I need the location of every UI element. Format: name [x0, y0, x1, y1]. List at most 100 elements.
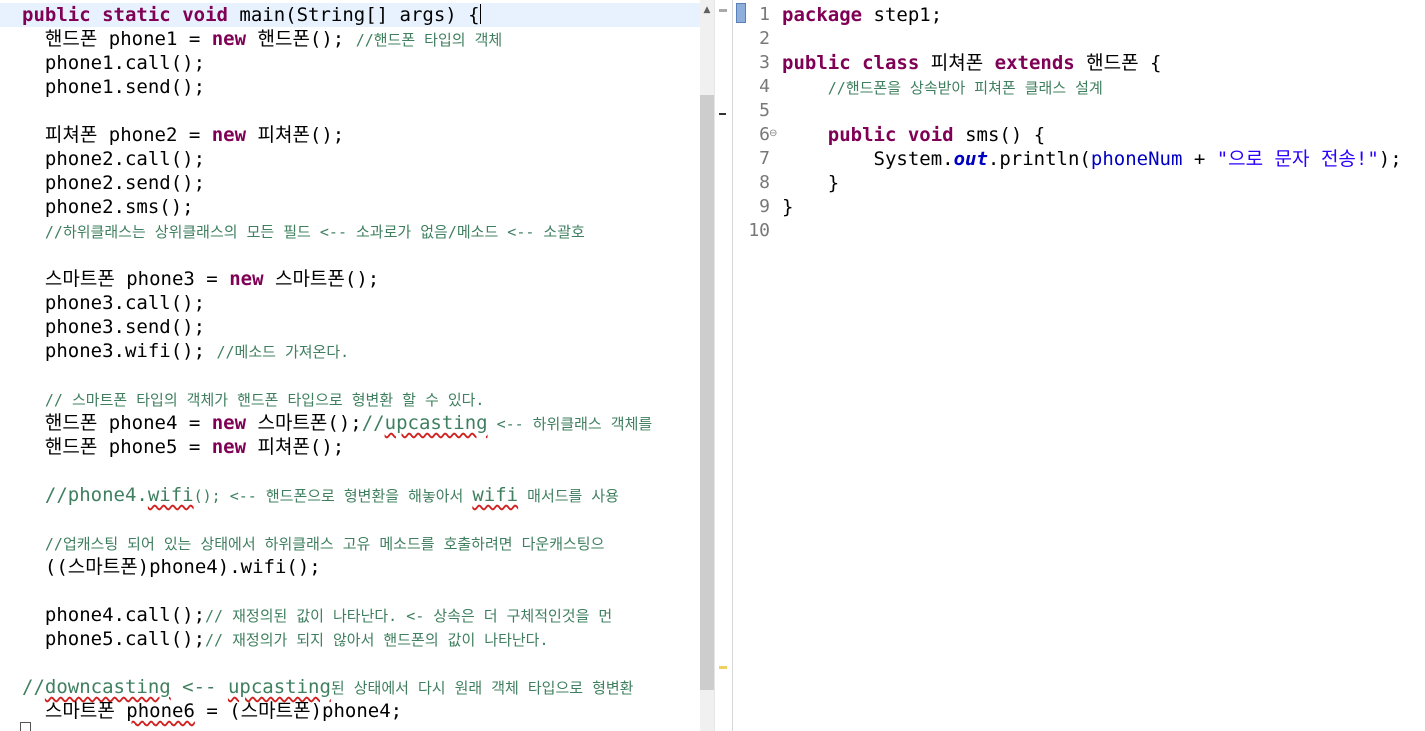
line-number: 7: [759, 148, 770, 169]
code-token: 피쳐폰();: [246, 436, 345, 458]
overview-ruler[interactable]: [714, 0, 733, 731]
code-token: //메소드 가져온다.: [216, 343, 350, 361]
code-token: 스마트폰: [22, 700, 127, 722]
code-line[interactable]: phone3.call();: [22, 291, 205, 315]
code-line[interactable]: System.out.println(phoneNum + "으로 문자 전송!…: [782, 147, 1402, 171]
code-token: phone3.call();: [22, 292, 206, 314]
code-token: public: [22, 4, 91, 26]
code-token: //phone4.: [44, 484, 148, 506]
right-code-editor[interactable]: 1 2 3 4 5 6 7 8 9 10 package step1; public class 피…: [746, 0, 1425, 731]
code-token: );: [1378, 148, 1402, 170]
code-line[interactable]: 핸드폰 phone1 = new 핸드폰(); //핸드폰 타입의 객체: [22, 27, 502, 51]
code-line[interactable]: phone2.call();: [22, 147, 205, 171]
code-line[interactable]: //downcasting <-- upcasting된 상태에서 다시 원래 …: [22, 675, 633, 699]
code-line[interactable]: public class 피쳐폰 extends 핸드폰 {: [782, 51, 1161, 75]
code-line[interactable]: //업캐스팅 되어 있는 상태에서 하위클래스 고유 메소드를 호출하려면 다운…: [22, 531, 605, 555]
line-number: 1: [759, 4, 770, 25]
overview-marker[interactable]: [719, 113, 726, 115]
code-token: void: [182, 4, 228, 26]
code-token: class: [862, 52, 920, 74]
code-token: main(String[] args) {: [227, 4, 480, 26]
code-token: ((스마트폰)phone4).wifi();: [22, 556, 321, 578]
code-token: package: [782, 4, 863, 26]
code-token: 스마트폰();: [263, 268, 380, 290]
left-scrollbar-thumb[interactable]: [700, 95, 714, 690]
fold-collapse-icon[interactable]: [20, 722, 31, 731]
line-number: 3: [759, 52, 770, 73]
code-token: static: [102, 4, 171, 26]
code-token: }: [782, 172, 840, 194]
code-line[interactable]: public static void main(String[] args) {: [22, 3, 481, 27]
code-token: 피쳐폰 phone2 =: [22, 124, 212, 146]
editor-split-divider[interactable]: [732, 0, 747, 731]
code-line[interactable]: phone4.call();// 재정의된 값이 나타난다. <- 상속은 더 …: [22, 603, 612, 627]
line-number: 6: [759, 124, 770, 145]
code-token: phone2.call();: [22, 148, 206, 170]
code-token: extends: [994, 52, 1075, 74]
code-token: 스마트폰 phone3 =: [22, 268, 230, 290]
code-line[interactable]: phone3.wifi(); //메소드 가져온다.: [22, 339, 349, 363]
code-token: phone3.wifi();: [22, 340, 217, 362]
code-line[interactable]: package step1;: [782, 3, 942, 27]
code-line[interactable]: ((스마트폰)phone4).wifi();: [22, 555, 321, 579]
code-token: phone3.send();: [22, 316, 206, 338]
code-line[interactable]: phone5.call();// 재정의가 되지 않아서 핸드폰의 값이 나타난…: [22, 627, 549, 651]
code-token: 핸드폰 phone1 =: [22, 28, 212, 50]
code-line[interactable]: public void sms() {: [782, 123, 1045, 147]
code-token: 핸드폰 phone5 =: [22, 436, 212, 458]
fold-minus-icon[interactable]: ⊖: [769, 128, 777, 139]
left-code-editor[interactable]: public static void main(String[] args) {…: [0, 0, 700, 731]
code-line[interactable]: //핸드폰을 상속받아 피쳐폰 클래스 설계: [782, 75, 1103, 99]
code-token: }: [782, 196, 794, 218]
code-line[interactable]: 핸드폰 phone5 = new 피쳐폰();: [22, 435, 344, 459]
code-token: 피쳐폰();: [246, 124, 345, 146]
code-token: 스마트폰();: [246, 412, 362, 434]
overview-marker-warning[interactable]: [719, 666, 727, 669]
code-line[interactable]: }: [782, 171, 839, 195]
code-line[interactable]: }: [782, 195, 793, 219]
code-line[interactable]: //하위클래스는 상위클래스의 모든 필드 <-- 소과로가 없음/메소드 <-…: [22, 219, 585, 243]
code-token: // 재정의가 되지 않아서 핸드폰의 값이 나타난다.: [205, 631, 549, 649]
code-line[interactable]: 핸드폰 phone4 = new 스마트폰();//upcasting <-- …: [22, 411, 652, 435]
code-token: 핸드폰 {: [1074, 52, 1162, 74]
code-token: //: [361, 412, 385, 434]
code-line[interactable]: phone3.send();: [22, 315, 205, 339]
code-token: public: [782, 52, 851, 74]
line-number: 5: [759, 100, 770, 121]
code-line[interactable]: 스마트폰 phone3 = new 스마트폰();: [22, 267, 379, 291]
code-token: //핸드폰 타입의 객체: [355, 31, 503, 49]
code-line[interactable]: // 스마트폰 타입의 객체가 핸드폰 타입으로 형변환 할 수 있다.: [22, 387, 485, 411]
code-line[interactable]: 스마트폰 phone6 = (스마트폰)phone4;: [22, 699, 402, 723]
code-line[interactable]: phone1.call();: [22, 51, 205, 75]
code-line[interactable]: phone1.send();: [22, 75, 205, 99]
code-token: phone2.sms();: [22, 196, 194, 218]
code-line[interactable]: 피쳐폰 phone2 = new 피쳐폰();: [22, 123, 344, 147]
code-token: phoneNum: [1090, 148, 1183, 170]
code-token: .println(: [987, 148, 1091, 170]
code-token: 매서드를 사용: [518, 487, 619, 505]
code-token: phone2.send();: [22, 172, 206, 194]
code-token: 피쳐폰: [919, 52, 995, 74]
code-line[interactable]: phone2.send();: [22, 171, 205, 195]
scroll-up-arrow-icon[interactable]: ▲: [701, 3, 713, 17]
code-token: "으로 문자 전송!": [1216, 148, 1379, 170]
code-token: (); <-- 핸드폰으로 형변환을 해놓아서: [193, 487, 473, 505]
code-token: System.: [782, 148, 954, 170]
code-token: new: [229, 268, 264, 290]
line-number: 4: [759, 76, 770, 97]
line-number: 9: [759, 196, 770, 217]
code-token: //: [22, 676, 45, 698]
overview-marker[interactable]: [719, 9, 727, 12]
code-token: new: [211, 436, 247, 458]
code-token: new: [211, 412, 247, 434]
code-line[interactable]: phone2.sms();: [22, 195, 194, 219]
code-token: // 재정의된 값이 나타난다. <- 상속은 더 구체적인것을 먼: [205, 607, 613, 625]
code-line[interactable]: //phone4.wifi(); <-- 핸드폰으로 형변환을 해놓아서 wif…: [22, 483, 619, 507]
